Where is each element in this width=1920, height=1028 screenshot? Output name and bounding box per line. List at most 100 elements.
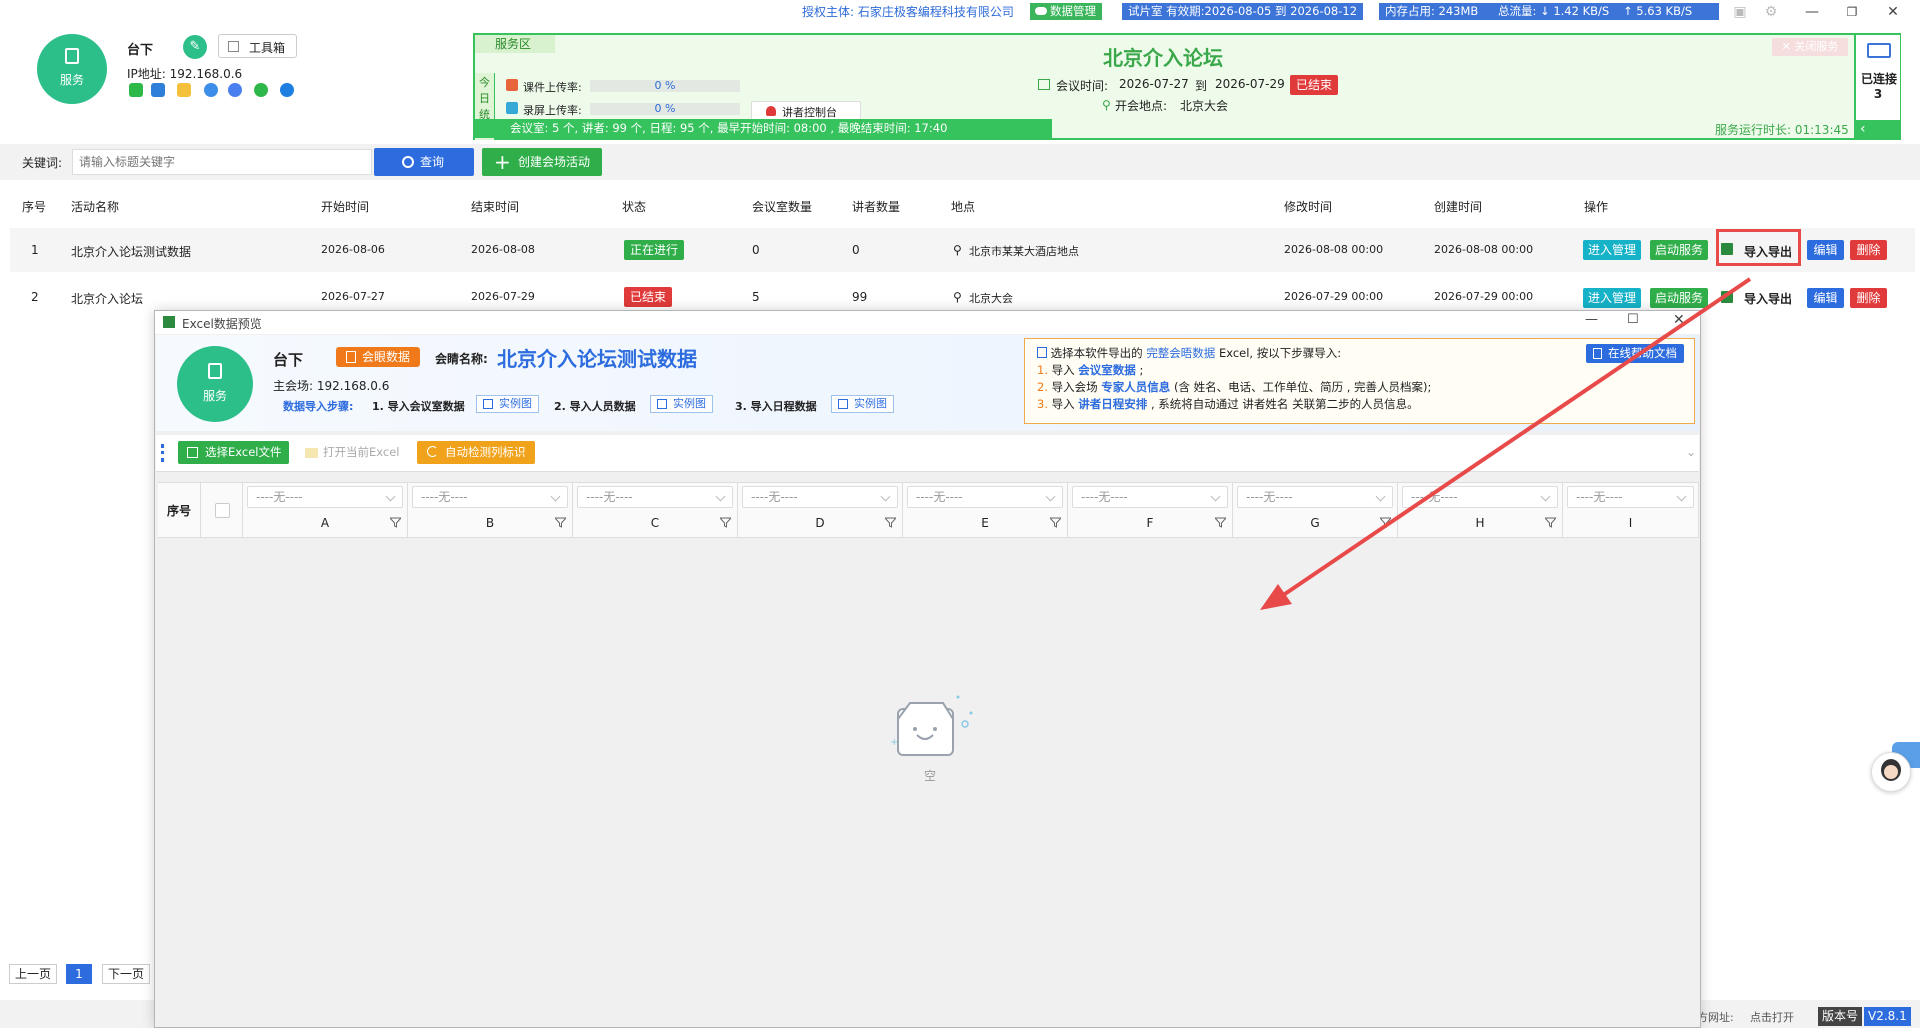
svg-text:+: + <box>890 737 898 748</box>
calendar-icon <box>1038 79 1050 90</box>
close-button[interactable]: ✕ <box>1884 3 1902 21</box>
column-mapping-select[interactable]: ----无---- <box>1237 486 1393 508</box>
import-export-button[interactable]: 导入导出 <box>1744 243 1792 260</box>
step-2-example-button[interactable]: 实例图 <box>650 395 713 413</box>
monitor-icon[interactable] <box>151 83 165 97</box>
chevron-down-icon[interactable]: ⌄ <box>1686 445 1696 459</box>
venue-value: 北京大会 <box>1180 99 1229 113</box>
column-mapping-select[interactable]: ----无---- <box>907 486 1063 508</box>
drag-handle-icon[interactable] <box>161 444 164 462</box>
filter-icon[interactable] <box>720 517 731 528</box>
plus-icon: + <box>494 150 511 174</box>
column-header-g: ----无---- G <box>1233 483 1398 537</box>
column-mapping-select[interactable]: ----无---- <box>1072 486 1228 508</box>
column-letter: E <box>981 516 989 530</box>
dialog-close-button[interactable]: ✕ <box>1673 312 1685 328</box>
chart-icon <box>657 399 667 409</box>
keyword-search-input[interactable] <box>72 149 372 175</box>
column-header-e: ----无---- E <box>903 483 1068 537</box>
session-name-label: 会睛名称: <box>435 352 488 366</box>
client-name: 台下 <box>127 43 154 58</box>
courseware-progress: 0 % <box>590 79 740 92</box>
dialog-maximize-button[interactable]: ☐ <box>1627 312 1639 327</box>
speaker-icon[interactable] <box>129 83 143 97</box>
restore-button[interactable]: ❐ <box>1843 3 1861 21</box>
chart-icon <box>483 399 493 409</box>
step-1-label: 1. 导入会议室数据 <box>372 400 465 413</box>
select-all-checkbox[interactable] <box>215 503 230 518</box>
data-management-button[interactable]: 数据管理 <box>1030 3 1102 20</box>
trial-validity: 试片室 有效期:2026-08-05 到 2026-08-12 <box>1122 3 1364 20</box>
network-icon[interactable] <box>204 83 218 97</box>
column-mapping-select[interactable]: ----无---- <box>742 486 898 508</box>
session-name: 北京介入论坛测试数据 <box>497 347 697 371</box>
select-excel-button[interactable]: 选择Excel文件 <box>178 441 290 464</box>
collapse-chevron-icon[interactable]: ‹ <box>1856 120 1900 139</box>
globe-icon[interactable] <box>228 83 242 97</box>
open-website-link[interactable]: 点击打开 <box>1750 1009 1794 1025</box>
wechat-icon[interactable] <box>254 83 268 97</box>
folder-icon[interactable] <box>177 83 191 97</box>
start-service-button[interactable]: 启动服务 <box>1650 288 1708 308</box>
folder-icon <box>305 448 318 458</box>
auto-detect-columns-button[interactable]: 自动检测列标识 <box>417 441 535 464</box>
stop-service-button[interactable]: ✕ 关闭服务 <box>1772 38 1848 56</box>
steps-label: 数据导入步骤: <box>283 400 354 413</box>
minimize-button[interactable]: — <box>1803 3 1821 21</box>
refresh-icon <box>427 446 438 457</box>
session-data-button[interactable]: 会眼数据 <box>336 347 421 367</box>
assistant-avatar[interactable] <box>1871 752 1911 792</box>
top-status-bar: 授权主体: 石家庄极客编程科技有限公司 数据管理 试片室 有效期:2026-08… <box>0 0 1920 24</box>
delete-button[interactable]: 删除 <box>1850 288 1887 308</box>
server-icon <box>208 363 222 379</box>
prev-page-button[interactable]: 上一页 <box>9 964 57 984</box>
start-service-button[interactable]: 启动服务 <box>1650 240 1708 260</box>
speaker-console-button[interactable]: 讲者控制台 <box>751 101 861 120</box>
query-button[interactable]: 查询 <box>374 148 474 176</box>
meeting-end: 2026-07-29 <box>1215 77 1285 91</box>
enter-management-button[interactable]: 进入管理 <box>1583 288 1641 308</box>
filter-icon[interactable] <box>555 517 566 528</box>
filter-icon[interactable] <box>885 517 896 528</box>
help-icon[interactable]: ▣ <box>1731 3 1749 21</box>
enter-management-button[interactable]: 进入管理 <box>1583 240 1641 260</box>
page-number[interactable]: 1 <box>66 964 92 984</box>
filter-icon[interactable] <box>1050 517 1061 528</box>
search-circle-icon[interactable] <box>280 83 294 97</box>
column-mapping-select[interactable]: ----无---- <box>1567 486 1694 508</box>
alarm-icon <box>766 106 776 116</box>
filter-icon[interactable] <box>1380 517 1391 528</box>
venue-label: 开会地点: <box>1115 99 1168 113</box>
column-mapping-select[interactable]: ----无---- <box>1402 486 1558 508</box>
resource-usage-bar: 内存占用: 243MB 总流量: ↓ 1.42 KB/S ↑ 5.63 KB/S <box>1379 3 1719 20</box>
version-number: V2.8.1 <box>1864 1007 1911 1026</box>
dialog-minimize-button[interactable]: — <box>1585 312 1598 327</box>
column-mapping-select[interactable]: ----无---- <box>412 486 568 508</box>
instruction-3: 3. 导入 讲者日程安排 , 系统将自动通过 讲者姓名 关联第二步的人员信息。 <box>1037 397 1419 411</box>
step-1-example-button[interactable]: 实例图 <box>476 395 539 413</box>
excel-file-icon <box>187 447 198 458</box>
excel-preview-dialog: Excel数据预览 — ☐ ✕ 服务 台下 会眼数据 会睛名称: 北京介入论坛测… <box>154 310 1701 1028</box>
toolbox-button[interactable]: 工具箱 <box>218 34 297 58</box>
connected-count: 3 <box>1873 87 1883 101</box>
edit-icon[interactable]: ✎ <box>183 35 207 59</box>
create-activity-button[interactable]: + 创建会场活动 <box>482 148 602 176</box>
online-help-button[interactable]: 在线帮助文档 <box>1586 344 1684 363</box>
step-3-example-button[interactable]: 实例图 <box>831 395 894 413</box>
client-name: 台下 <box>273 351 304 369</box>
edit-button[interactable]: 编辑 <box>1807 240 1844 260</box>
dialog-title: Excel数据预览 <box>182 317 262 331</box>
filter-icon[interactable] <box>390 517 401 528</box>
filter-icon[interactable] <box>1545 517 1556 528</box>
empty-box-icon: + <box>890 695 973 756</box>
column-mapping-select[interactable]: ----无---- <box>247 486 403 508</box>
service-runtime: 服务运行时长: 01:13:45 <box>1715 123 1849 137</box>
filter-icon[interactable] <box>1215 517 1226 528</box>
import-export-button[interactable]: 导入导出 <box>1744 290 1792 307</box>
delete-button[interactable]: 删除 <box>1850 240 1887 260</box>
next-page-button[interactable]: 下一页 <box>102 964 150 984</box>
edit-button[interactable]: 编辑 <box>1807 288 1844 308</box>
settings-gear-icon[interactable]: ⚙ <box>1762 3 1780 21</box>
column-mapping-select[interactable]: ----无---- <box>577 486 733 508</box>
open-excel-button[interactable]: 打开当前Excel <box>296 441 407 464</box>
